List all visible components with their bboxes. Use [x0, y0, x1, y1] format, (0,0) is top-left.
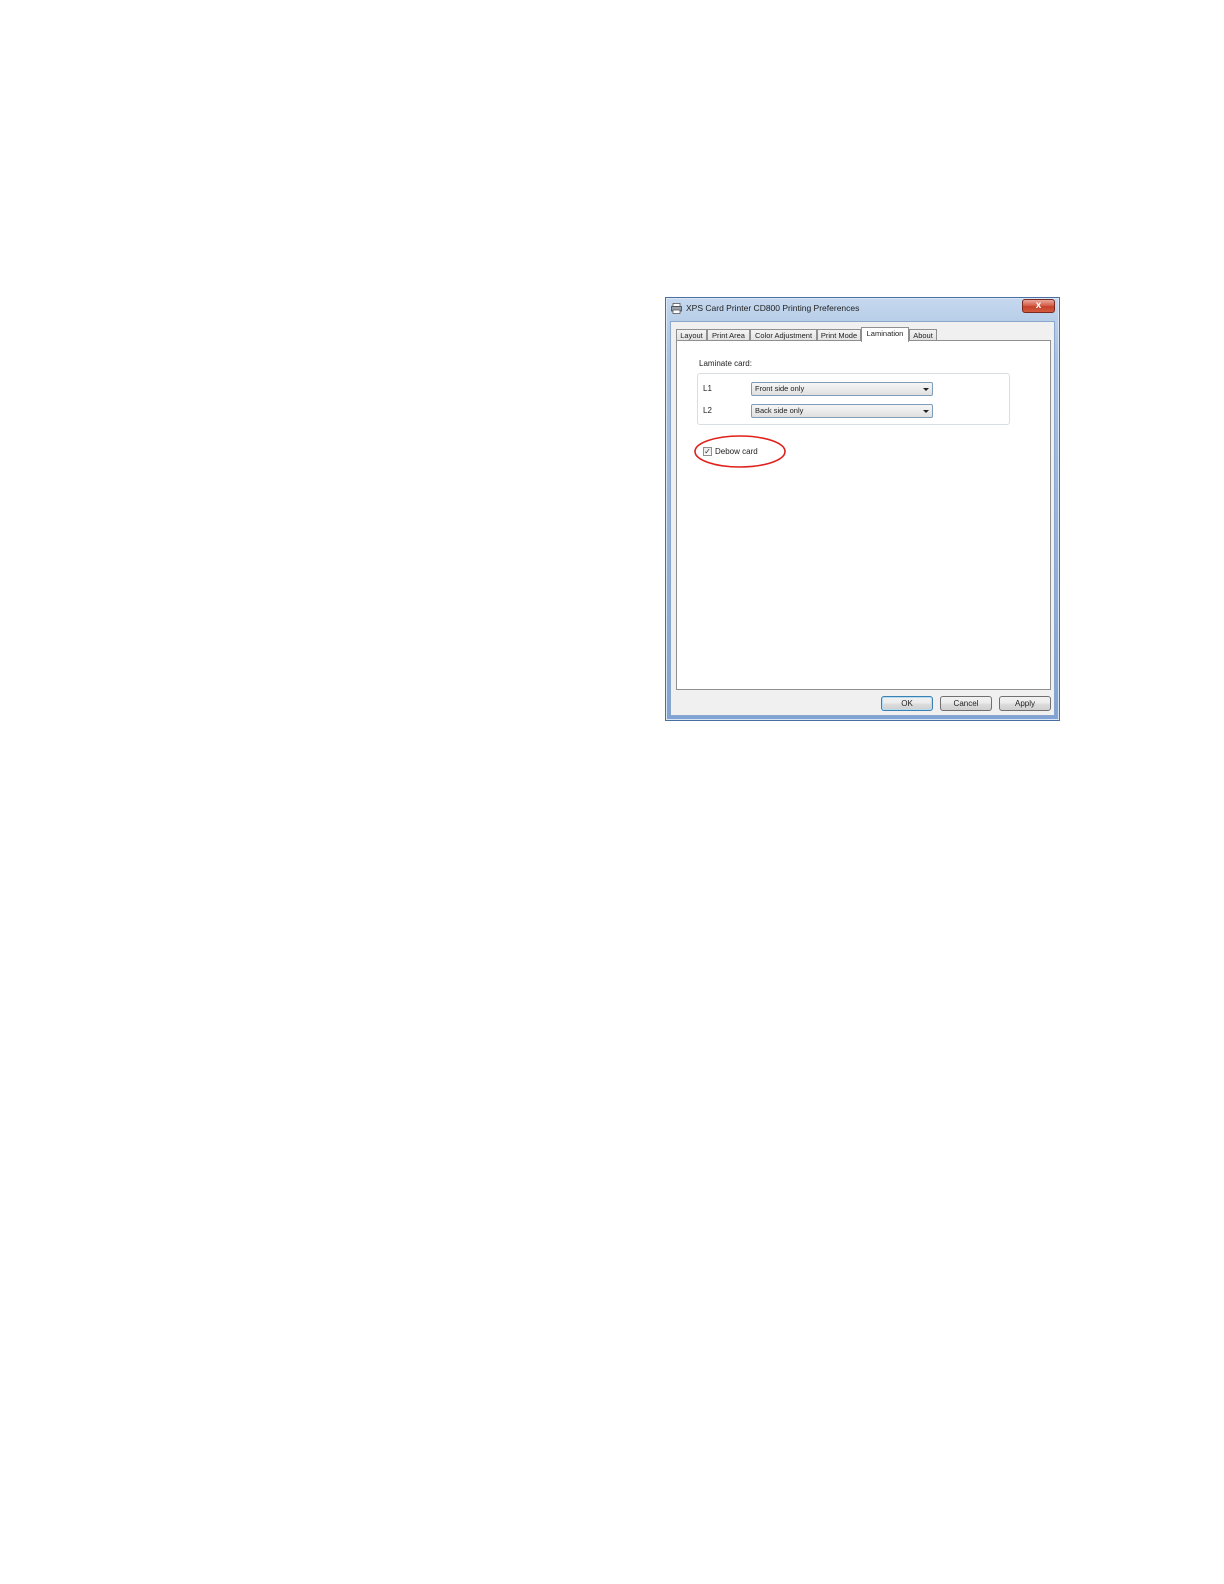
tab-lamination[interactable]: Lamination [861, 327, 909, 342]
l2-value: Back side only [755, 406, 804, 415]
apply-button[interactable]: Apply [999, 696, 1051, 711]
printing-preferences-window: XPS Card Printer CD800 Printing Preferen… [665, 297, 1060, 721]
highlight-oval [694, 435, 786, 468]
l2-label: L2 [703, 406, 712, 415]
ok-button[interactable]: OK [881, 696, 933, 711]
close-button[interactable]: x [1022, 299, 1055, 313]
window-title: XPS Card Printer CD800 Printing Preferen… [686, 303, 860, 313]
chevron-down-icon [923, 388, 929, 391]
laminate-card-label: Laminate card: [699, 359, 752, 368]
dialog-client-area: Layout Print Area Color Adjustment Print… [670, 321, 1055, 716]
lamination-panel: Laminate card: L1 Front side only L2 Bac… [676, 340, 1051, 690]
cancel-button[interactable]: Cancel [940, 696, 992, 711]
close-icon: x [1035, 300, 1042, 311]
title-bar[interactable]: XPS Card Printer CD800 Printing Preferen… [666, 298, 1059, 320]
printer-icon [671, 303, 682, 314]
l1-label: L1 [703, 384, 712, 393]
l2-select[interactable]: Back side only [751, 404, 933, 418]
laminate-card-group: L1 Front side only L2 Back side only [697, 373, 1010, 425]
chevron-down-icon [923, 410, 929, 413]
l1-value: Front side only [755, 384, 805, 393]
l1-select[interactable]: Front side only [751, 382, 933, 396]
